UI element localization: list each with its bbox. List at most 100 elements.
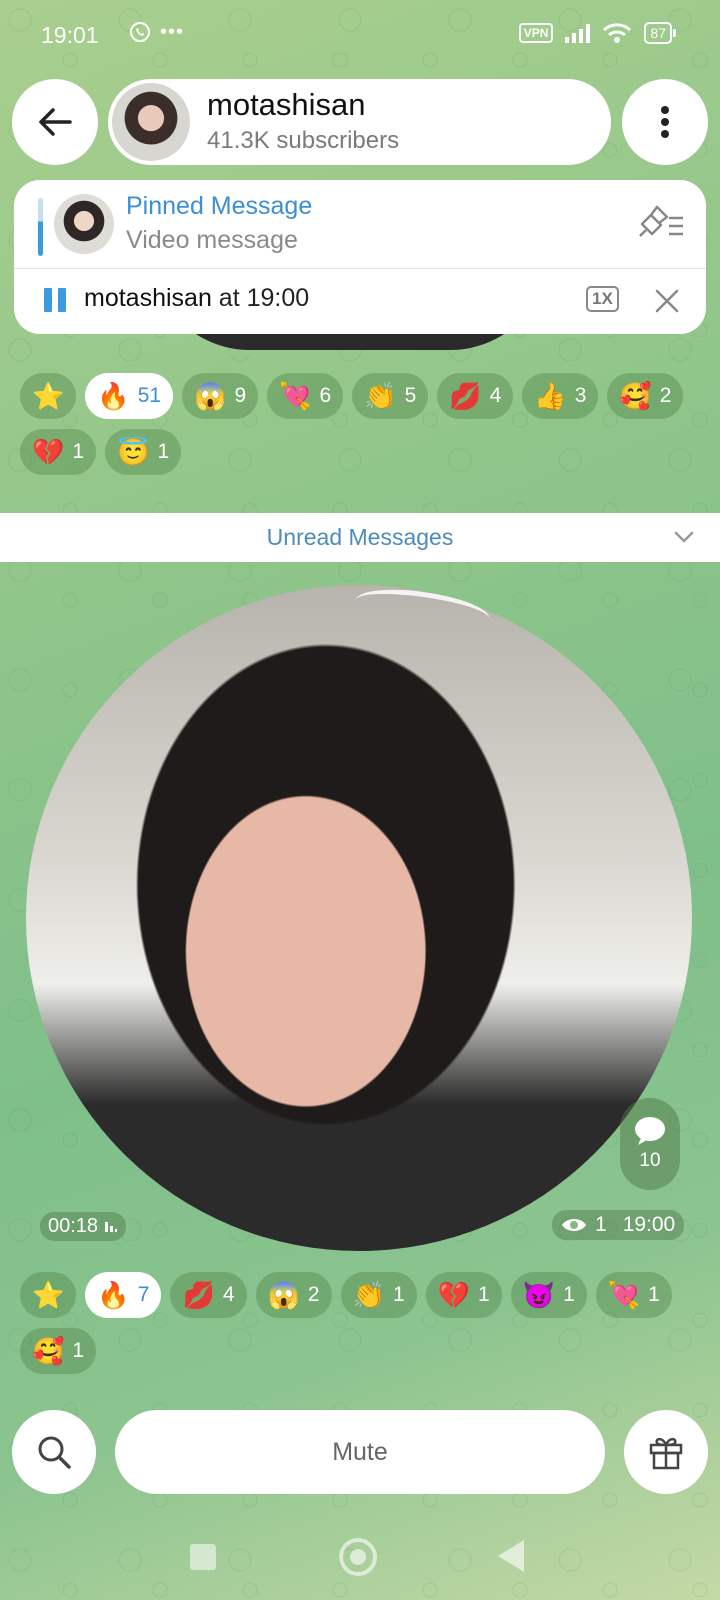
status-bar: 19:01 ••• VPN 87 [0, 0, 720, 70]
reaction-count: 1 [157, 440, 170, 463]
reaction-emoji: ⭐ [32, 381, 65, 411]
reaction-chip[interactable]: 💋 4 [170, 1272, 247, 1318]
now-playing-author: motashisan [84, 284, 212, 312]
reaction-chip[interactable]: 👏 5 [352, 373, 429, 419]
search-icon [38, 1436, 71, 1469]
reaction-chip[interactable]: 🔥 51 [85, 373, 174, 419]
reaction-emoji: 😈 [522, 1280, 556, 1310]
comments-button[interactable]: 10 [620, 1098, 680, 1190]
reaction-emoji: 😇 [117, 437, 150, 467]
channel-avatar[interactable] [112, 83, 190, 161]
reaction-count: 1 [563, 1283, 575, 1306]
whatsapp-icon [130, 22, 150, 42]
reaction-chip[interactable]: ⭐ [20, 373, 77, 419]
mute-button[interactable]: Mute [115, 1410, 605, 1494]
pinned-title[interactable]: Pinned Message [126, 192, 312, 221]
reaction-emoji: 💘 [607, 1280, 641, 1310]
pinned-thumbnail[interactable] [54, 194, 114, 254]
channel-header[interactable]: motashisan 41.3K subscribers [108, 79, 611, 165]
chevron-down-icon[interactable] [672, 525, 696, 549]
playback-speed-button[interactable]: 1X [586, 286, 619, 312]
video-duration: 00:18 [40, 1212, 126, 1241]
reaction-count: 7 [137, 1283, 150, 1306]
reaction-emoji: 🔥 [97, 381, 130, 411]
reaction-emoji: 💔 [32, 437, 65, 467]
close-icon[interactable] [652, 286, 682, 316]
reaction-chip[interactable]: 💔 1 [20, 429, 97, 475]
reaction-chip[interactable]: 💔 1 [425, 1272, 502, 1318]
reaction-chip[interactable]: 💘 6 [267, 373, 344, 419]
reactions-top: ⭐ 🔥 51 😱 9 💘 6 👏 5 💋 4 👍 3 🥰 2 💔 1 😇 1 [20, 373, 710, 475]
now-playing-text[interactable]: motashisan at 19:00 [84, 284, 309, 313]
reaction-emoji: 💔 [437, 1280, 470, 1310]
reaction-chip[interactable]: 😱 9 [182, 373, 259, 419]
reaction-count: 3 [574, 384, 587, 407]
pinned-list-icon[interactable] [636, 202, 686, 242]
reaction-count: 1 [478, 1283, 490, 1306]
comments-count: 10 [639, 1150, 661, 1171]
pinned-panel: Pinned Message Video message motashisan … [14, 180, 706, 334]
message-time: 19:00 [622, 1213, 676, 1236]
unread-messages-divider: Unread Messages [0, 513, 720, 562]
reaction-chip[interactable]: 🥰 2 [607, 373, 684, 419]
reaction-emoji: 👏 [352, 1280, 385, 1310]
subscriber-count: 41.3K subscribers [207, 127, 400, 154]
pinned-indicator-bar [38, 198, 43, 256]
reaction-emoji: 👏 [364, 381, 397, 411]
more-dots-icon: ••• [160, 20, 185, 43]
vpn-badge: VPN [518, 23, 554, 43]
status-time: 19:01 [41, 22, 99, 48]
search-button[interactable] [12, 1410, 96, 1494]
reactions-bottom: ⭐ 🔥 7 💋 4 😱 2 👏 1 💔 1 😈 1 💘 1 🥰 1 [20, 1272, 710, 1374]
reaction-count: 1 [648, 1283, 660, 1306]
reaction-emoji: 🥰 [619, 381, 652, 411]
pinned-subtitle[interactable]: Video message [126, 226, 298, 255]
eye-icon [562, 1219, 586, 1231]
reaction-emoji: 😱 [194, 381, 227, 411]
battery-indicator: 87 [644, 22, 676, 44]
reaction-count: 51 [137, 384, 162, 407]
channel-name: motashisan [207, 87, 366, 122]
reaction-emoji: 💋 [449, 381, 482, 411]
video-meta: 1 19:00 [552, 1210, 685, 1240]
reaction-chip[interactable]: 👏 1 [340, 1272, 417, 1318]
reaction-emoji: 😱 [267, 1280, 300, 1310]
reaction-chip[interactable]: 🥰 1 [20, 1328, 97, 1374]
reaction-count: 2 [307, 1283, 320, 1306]
reaction-count: 6 [319, 384, 332, 407]
reaction-count: 1 [392, 1283, 405, 1306]
views-count: 1 [595, 1213, 607, 1236]
pause-icon[interactable] [44, 288, 68, 314]
reaction-chip[interactable]: 💘 1 [595, 1272, 672, 1318]
home-nav-button[interactable] [339, 1538, 377, 1576]
reaction-count: 1 [72, 1339, 85, 1362]
comment-bubble-icon [635, 1117, 665, 1145]
reaction-chip[interactable]: ⭐ [20, 1272, 77, 1318]
reaction-emoji: 💘 [279, 381, 312, 411]
more-options-button[interactable] [622, 79, 708, 165]
unread-messages-label: Unread Messages [266, 524, 454, 550]
reaction-chip[interactable]: 💋 4 [437, 373, 514, 419]
video-message[interactable] [26, 585, 692, 1251]
reaction-chip[interactable]: 🔥 7 [85, 1272, 162, 1318]
wifi-icon [603, 23, 632, 43]
sound-bars-icon [104, 1222, 117, 1232]
reaction-emoji: 💋 [182, 1280, 215, 1310]
video-duration-text: 00:18 [48, 1215, 99, 1237]
reaction-emoji: 🥰 [32, 1336, 65, 1366]
recents-nav-button[interactable] [190, 1544, 216, 1570]
reaction-chip[interactable]: 😈 1 [510, 1272, 587, 1318]
now-playing-time: at 19:00 [211, 284, 310, 312]
back-button[interactable] [12, 79, 98, 165]
vertical-dots-icon [661, 106, 669, 138]
reaction-chip[interactable]: 👍 3 [522, 373, 599, 419]
reaction-chip[interactable]: 😇 1 [105, 429, 182, 475]
gift-button[interactable] [624, 1410, 708, 1494]
back-nav-button[interactable] [498, 1540, 524, 1572]
reaction-chip[interactable]: 😱 2 [255, 1272, 332, 1318]
reaction-count: 2 [659, 384, 672, 407]
reaction-count: 4 [222, 1283, 235, 1306]
reaction-emoji: 👍 [534, 381, 567, 411]
reaction-emoji: 🔥 [97, 1280, 130, 1310]
arrow-left-icon [39, 108, 72, 136]
